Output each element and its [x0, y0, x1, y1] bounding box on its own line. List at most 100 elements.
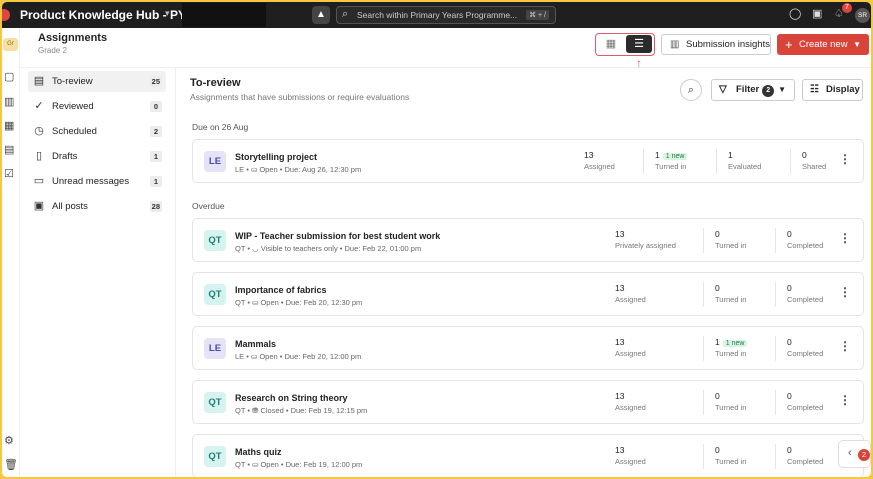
more-options-icon[interactable]: ⋮ — [839, 152, 851, 166]
stat-divider — [775, 444, 776, 469]
sliders-icon: ☷ — [810, 84, 819, 95]
stat-label: Completed — [787, 241, 824, 250]
assignment-title[interactable]: Maths quiz — [235, 447, 282, 457]
stat-assigned: 13 Assigned — [615, 337, 646, 358]
more-options-icon[interactable]: ⋮ — [839, 285, 851, 299]
app-logo-icon[interactable]: ▲ — [312, 6, 330, 24]
plus-icon: + — [785, 37, 793, 52]
sidebar-item-count: 1 — [150, 151, 162, 162]
list-view-button[interactable]: ☰ — [626, 35, 652, 53]
assignment-card[interactable]: QT Research on String theory QT • ⛃ Closed… — [192, 380, 864, 424]
assignment-card[interactable]: LE Mammals LE • ⛀ Open • Due: Feb 20, 12:0… — [192, 326, 864, 370]
chat-icon[interactable]: ▢ — [4, 70, 14, 83]
stat-label: Turned in — [715, 241, 747, 250]
stat-assigned: 13 Assigned — [615, 445, 646, 466]
assignment-card[interactable]: QT WIP - Teacher submission for best stud… — [192, 218, 864, 262]
stat-turned-in: 0 Turned in — [715, 283, 746, 304]
stat-label: Turned in — [715, 295, 747, 304]
sidebar-item-label: Scheduled — [52, 126, 97, 137]
table-icon[interactable]: ▦ — [4, 119, 14, 132]
assignment-card[interactable]: QT Importance of fabrics QT • ⛀ Open • Due… — [192, 272, 864, 316]
assignment-type-tag: QT — [204, 230, 226, 251]
redacted-area — [182, 3, 266, 27]
chevron-down-icon[interactable]: ▼ — [853, 34, 861, 55]
stat-value: 0 — [787, 229, 792, 239]
left-rail: Gr ▢ ▥ ▦ ▤ ☑ ⚙ 🗑 — [2, 28, 20, 477]
filter-button[interactable]: ▽ Filter 2 ▼ — [711, 79, 795, 101]
settings-gear-icon[interactable]: ⚙ — [4, 434, 14, 447]
grade-badge[interactable]: Gr — [3, 38, 18, 51]
stat-value: 1 — [655, 150, 660, 160]
chevron-down-icon[interactable]: ▾ — [165, 8, 170, 19]
assignment-title[interactable]: Storytelling project — [235, 152, 317, 162]
book-icon[interactable]: ▥ — [4, 95, 14, 108]
stat-completed: 0 Completed — [787, 229, 823, 250]
stat-divider — [703, 390, 704, 415]
more-options-icon[interactable]: ⋮ — [839, 393, 851, 407]
search-button[interactable]: ⌕ — [680, 79, 702, 101]
assignment-meta: QT • ⛀ Open • Due: Feb 20, 12:30 pm — [235, 298, 363, 307]
assignment-meta: QT • ⛀ Open • Due: Feb 19, 12:00 pm — [235, 460, 363, 469]
stat-value: 13 — [615, 391, 625, 401]
message-icon: ▭ — [33, 175, 45, 187]
sidebar-item-label: Reviewed — [52, 101, 94, 112]
assignment-title[interactable]: Research on String theory — [235, 393, 348, 403]
sidebar-item-unread-messages[interactable]: ▭ Unread messages 1 — [28, 171, 166, 192]
stat-completed: 0 Completed — [787, 283, 823, 304]
assignment-card[interactable]: QT Maths quiz QT • ⛀ Open • Due: Feb 19, 1… — [192, 434, 864, 477]
sidebar-item-count: 1 — [150, 176, 162, 187]
stat-label: Assigned — [615, 349, 646, 358]
sidebar-item-scheduled[interactable]: ◷ Scheduled 2 — [28, 121, 166, 142]
stat-divider — [790, 149, 791, 174]
global-search-input[interactable]: ⌕ Search within Primary Years Programme.… — [336, 6, 556, 24]
calendar-icon[interactable]: ▣ — [812, 7, 822, 20]
avatar[interactable]: SR — [855, 8, 870, 23]
display-button[interactable]: ☷ Display — [802, 79, 863, 101]
notes-icon[interactable]: ▤ — [4, 143, 14, 156]
stat-turned-in: 11 new Turned in — [655, 150, 688, 171]
sidebar-item-drafts[interactable]: ▯ Drafts 1 — [28, 146, 166, 167]
assignment-type-tag: QT — [204, 284, 226, 305]
sidebar-item-reviewed[interactable]: ✓ Reviewed 0 — [28, 96, 166, 117]
stat-divider — [775, 282, 776, 307]
view-toggle: ▦ ☰ — [595, 33, 655, 56]
stat-label: Completed — [787, 349, 824, 358]
page-title: Assignments — [38, 32, 108, 44]
sidebar-item-count: 25 — [149, 76, 162, 87]
stat-label: Turned in — [715, 457, 747, 466]
submission-insights-button[interactable]: ▥ Submission insights — [661, 34, 771, 55]
stat-assigned: 13 Assigned — [615, 391, 646, 412]
stat-value: 13 — [615, 337, 625, 347]
stat-label: Evaluated — [728, 162, 762, 171]
stat-divider — [775, 228, 776, 253]
stat-label: Assigned — [615, 403, 646, 412]
stat-divider — [775, 336, 776, 361]
stat-label: Assigned — [584, 162, 615, 171]
stat-divider — [703, 444, 704, 469]
sidebar-item-to-review[interactable]: ▤ To-review 25 — [28, 71, 166, 92]
assignment-card[interactable]: LE Storytelling project LE • ⛀ Open • Due:… — [192, 139, 864, 183]
collapsed-panel-button[interactable]: ‹ 2 — [838, 440, 871, 468]
lightbulb-icon[interactable]: ◯ — [789, 7, 801, 20]
trash-icon[interactable]: 🗑 — [4, 458, 18, 471]
close-window-icon[interactable] — [2, 9, 10, 21]
stat-divider — [703, 282, 704, 307]
stat-value: 0 — [787, 445, 792, 455]
more-options-icon[interactable]: ⋮ — [839, 339, 851, 353]
grid-view-button[interactable]: ▦ — [598, 35, 624, 53]
stat-value: 1 — [715, 337, 720, 347]
stat-divider — [716, 149, 717, 174]
stat-completed: 0 Completed — [787, 391, 823, 412]
sidebar-item-all-posts[interactable]: ▣ All posts 28 — [28, 196, 166, 217]
search-icon: ⌕ — [342, 8, 349, 20]
assignment-title[interactable]: Importance of fabrics — [235, 285, 327, 295]
create-new-button[interactable]: + Create new ▼ — [777, 34, 869, 55]
more-options-icon[interactable]: ⋮ — [839, 231, 851, 245]
stat-assigned: 13 Assigned — [615, 283, 646, 304]
assignment-title[interactable]: WIP - Teacher submission for best studen… — [235, 231, 440, 241]
assignment-icon[interactable]: ☑ — [4, 167, 14, 180]
sidebar-item-count: 2 — [150, 126, 162, 137]
assignment-title[interactable]: Mammals — [235, 339, 276, 349]
stat-value: 0 — [715, 391, 720, 401]
page-subtitle: Grade 2 — [38, 46, 67, 55]
